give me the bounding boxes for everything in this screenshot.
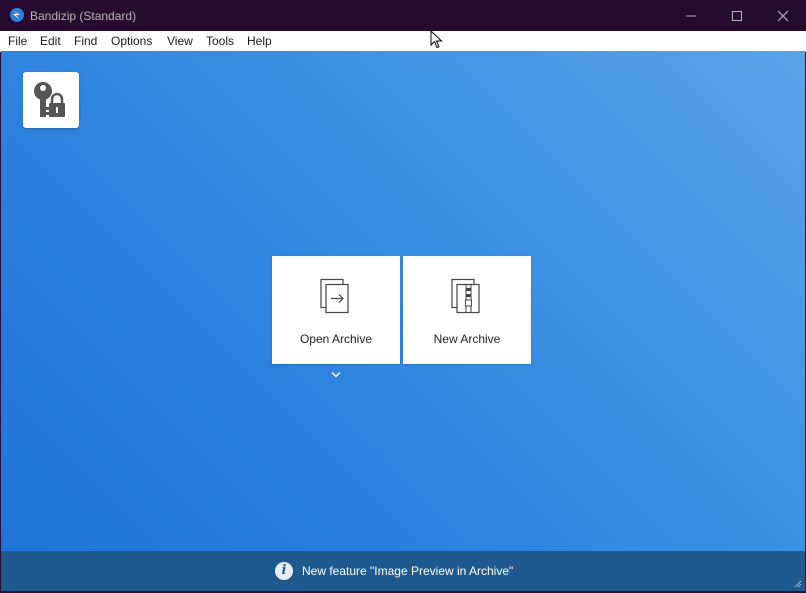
chevron-down-icon[interactable] (330, 371, 342, 379)
menu-help[interactable]: Help (247, 34, 272, 48)
close-button[interactable] (760, 0, 806, 31)
open-archive-button[interactable]: Open Archive (272, 256, 400, 364)
resize-grip-icon[interactable] (792, 578, 802, 588)
new-archive-icon (451, 278, 480, 314)
status-bar: i New feature "Image Preview in Archive" (1, 551, 805, 591)
title-bar[interactable]: Bandizip (Standard) (0, 0, 806, 31)
minimize-icon (686, 15, 696, 17)
menu-edit[interactable]: Edit (40, 34, 61, 48)
menu-tools[interactable]: Tools (206, 34, 234, 48)
menu-file[interactable]: File (8, 34, 27, 48)
key-lock-icon (34, 82, 65, 117)
menu-find[interactable]: Find (74, 34, 97, 48)
main-area: Open Archive New Archive (1, 51, 805, 551)
mouse-cursor-icon (430, 30, 443, 49)
password-manager-button[interactable] (23, 72, 79, 128)
bandizip-app-icon[interactable] (10, 8, 24, 22)
new-archive-label: New Archive (433, 332, 501, 346)
maximize-button[interactable] (714, 0, 760, 31)
minimize-button[interactable] (668, 0, 714, 31)
menu-bar: File Edit Find Options View Tools Help (0, 31, 806, 52)
open-archive-icon (320, 278, 349, 314)
new-archive-button[interactable]: New Archive (403, 256, 531, 364)
open-archive-label: Open Archive (299, 332, 373, 346)
status-text: New feature "Image Preview in Archive" (302, 564, 514, 578)
menu-options[interactable]: Options (111, 34, 152, 48)
info-icon: i (275, 562, 293, 580)
close-icon (777, 10, 789, 22)
window-title: Bandizip (Standard) (30, 9, 137, 23)
menu-view[interactable]: View (167, 34, 193, 48)
maximize-icon (732, 11, 742, 21)
